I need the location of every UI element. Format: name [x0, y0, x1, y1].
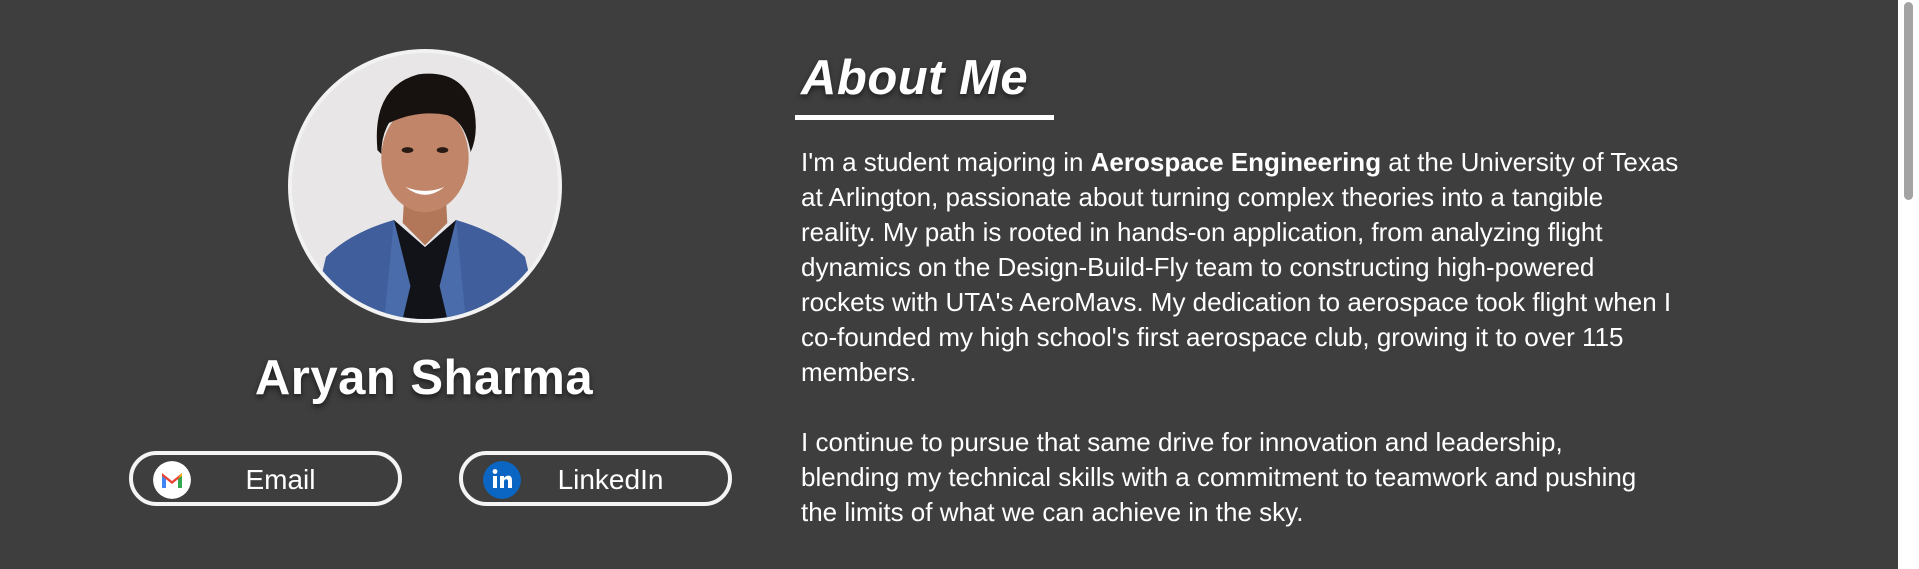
profile-card: Aryan Sharma Email LinkedIn	[0, 0, 790, 569]
about-paragraph-2: I continue to pursue that same drive for…	[801, 425, 1761, 530]
para1-line1-end: at the University of Texas	[1381, 147, 1679, 177]
profile-photo	[292, 53, 558, 319]
para1-line7: members.	[801, 357, 917, 387]
about-paragraph-1: I'm a student majoring in Aerospace Engi…	[801, 145, 1761, 390]
para1-line5: rockets with UTA's AeroMavs. My dedicati…	[801, 287, 1672, 317]
para1-line3: reality. My path is rooted in hands-on a…	[801, 217, 1603, 247]
para2-line1: I continue to pursue that same drive for…	[801, 427, 1563, 457]
para1-line4: dynamics on the Design-Build-Fly team to…	[801, 252, 1595, 282]
linkedin-button[interactable]: LinkedIn	[459, 451, 732, 506]
para1-bold-major: Aerospace Engineering	[1090, 147, 1382, 177]
about-heading: About Me	[801, 51, 1029, 105]
para1-line2: at Arlington, passionate about turning c…	[801, 182, 1604, 212]
scrollbar-thumb[interactable]	[1904, 2, 1913, 200]
email-label: Email	[245, 464, 316, 495]
para1-line6: co-founded my high school's first aerosp…	[801, 322, 1624, 352]
avatar	[288, 49, 562, 323]
vertical-scrollbar[interactable]	[1898, 0, 1919, 569]
profile-name: Aryan Sharma	[254, 351, 594, 405]
para1-text-start: I'm a student majoring in	[801, 147, 1091, 177]
para2-line3: the limits of what we can achieve in the…	[801, 497, 1304, 527]
about-section: About Me I'm a student majoring in Aeros…	[795, 0, 1755, 569]
email-button[interactable]: Email	[129, 451, 402, 506]
linkedin-label: LinkedIn	[557, 464, 664, 495]
para2-line2: blending my technical skills with a comm…	[801, 462, 1637, 492]
about-heading-underline	[795, 115, 1054, 120]
